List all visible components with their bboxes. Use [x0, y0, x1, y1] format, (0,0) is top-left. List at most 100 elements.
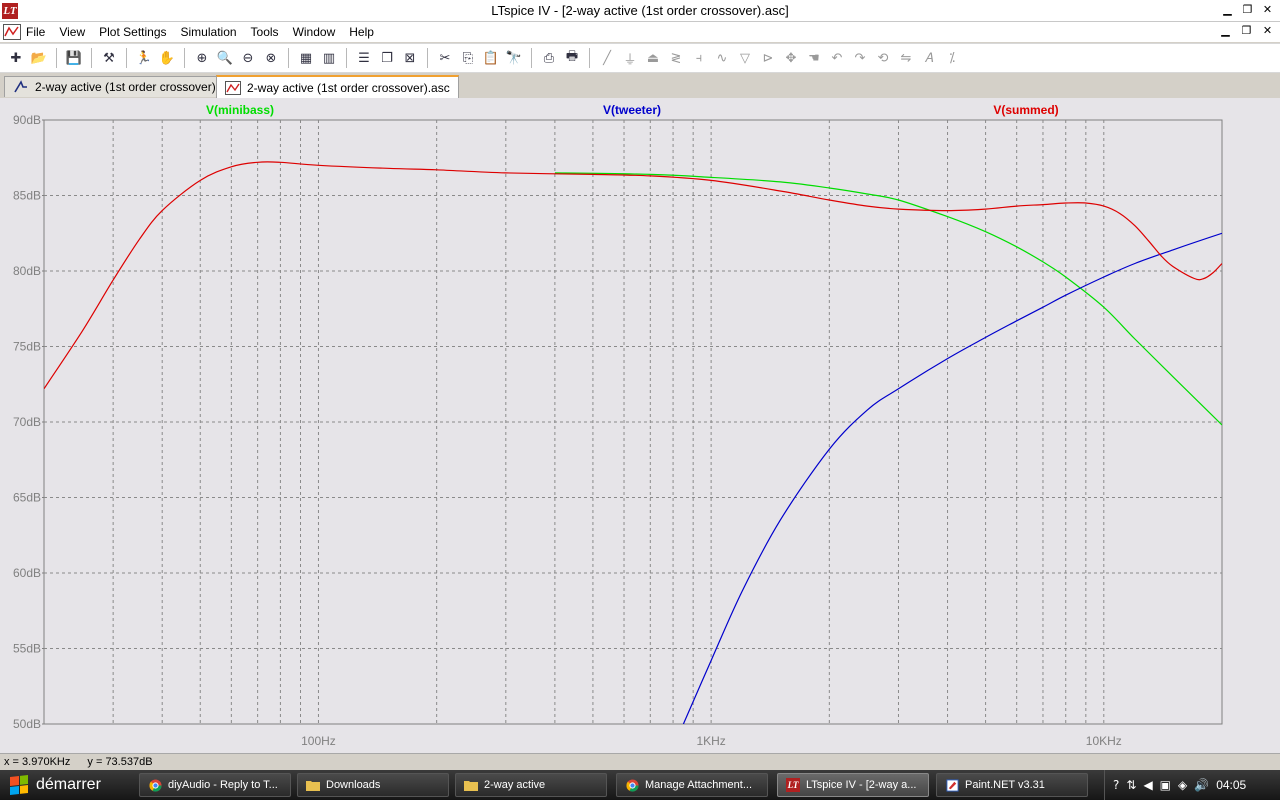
cursor-y-readout: y = 73.537dB	[87, 756, 153, 768]
ltspice-icon: LT	[786, 778, 800, 792]
waveform-plot-pane[interactable]: V(minibass) V(tweeter) V(summed) 90dB 85dB 8…	[0, 98, 1280, 753]
save-icon[interactable]: 💾	[64, 48, 84, 68]
redo-icon[interactable]: ↷	[850, 48, 870, 68]
dropbox-icon[interactable]: ◈	[1178, 778, 1187, 792]
y-tick-label: 90dB	[13, 113, 41, 127]
toolbar-separator	[126, 48, 127, 68]
schematic-icon	[14, 80, 27, 93]
task-label: Manage Attachment...	[645, 779, 753, 791]
y-tick-label: 85dB	[13, 189, 41, 203]
task-label: Paint.NET v3.31	[965, 779, 1045, 791]
waveform-icon	[225, 80, 241, 95]
minimize-button[interactable]: ▁	[1219, 3, 1236, 18]
legend-entry[interactable]: V(tweeter)	[603, 103, 661, 117]
capacitor-icon[interactable]: ⫞	[689, 48, 709, 68]
menu-plot-settings[interactable]: Plot Settings	[99, 25, 166, 39]
doc-close-button[interactable]: ✕	[1259, 24, 1276, 39]
drag-icon[interactable]: ☚	[804, 48, 824, 68]
task-diyaudio[interactable]: diyAudio - Reply to T...	[139, 773, 291, 797]
task-label: diyAudio - Reply to T...	[168, 779, 278, 791]
autorange-icon[interactable]: ▦	[296, 48, 316, 68]
text-icon[interactable]: 𝐴	[919, 48, 939, 68]
label-net-icon[interactable]: ⏏	[643, 48, 663, 68]
maximize-button[interactable]: ❐	[1239, 3, 1256, 18]
spice-directive-icon[interactable]: ⁒	[942, 48, 962, 68]
menu-simulation[interactable]: Simulation	[181, 25, 237, 39]
y-tick-label: 65dB	[13, 491, 41, 505]
task-manage-attachments[interactable]: Manage Attachment...	[616, 773, 768, 797]
network-icon[interactable]: ⇅	[1126, 778, 1136, 792]
print-setup-icon[interactable]: ⎙	[539, 48, 559, 68]
close-window-icon[interactable]: ⊠	[400, 48, 420, 68]
zoom-pan-icon[interactable]: 🔍	[215, 48, 235, 68]
ground-icon[interactable]: ⏚	[620, 48, 640, 68]
resistor-icon[interactable]: ≷	[666, 48, 686, 68]
rotate-icon[interactable]: ⟲	[873, 48, 893, 68]
halt-icon[interactable]: ✋	[157, 48, 177, 68]
task-ltspice[interactable]: LT LTspice IV - [2-way a...	[777, 773, 929, 797]
copy-icon[interactable]: ⎘	[458, 48, 478, 68]
print-icon[interactable]: 🖶	[562, 48, 582, 68]
system-tray: ? ⇅ ◀ ▣ ◈ 🔊 04:05	[1104, 770, 1280, 800]
y-tick-label: 75dB	[13, 340, 41, 354]
cascade-icon[interactable]: ❐	[377, 48, 397, 68]
cut-icon[interactable]: ✂	[435, 48, 455, 68]
paste-icon[interactable]: 📋	[481, 48, 501, 68]
waveform-chart[interactable]: V(minibass) V(tweeter) V(summed) 90dB 85dB 8…	[0, 98, 1280, 753]
tab-schematic[interactable]: 2-way active (1st order crossover).asc	[4, 76, 247, 97]
doc-minimize-button[interactable]: ▁	[1217, 24, 1234, 39]
waveform-doc-icon[interactable]	[3, 24, 21, 40]
tab-waveform[interactable]: 2-way active (1st order crossover).asc	[216, 75, 459, 98]
close-button[interactable]: ✕	[1259, 3, 1276, 18]
task-downloads[interactable]: Downloads	[297, 773, 449, 797]
toolbar-separator	[91, 48, 92, 68]
add-trace-icon[interactable]: ▥	[319, 48, 339, 68]
tab-label: 2-way active (1st order crossover).asc	[247, 80, 450, 95]
task-label: 2-way active	[484, 779, 546, 791]
toolbar-separator	[184, 48, 185, 68]
menu-window[interactable]: Window	[293, 25, 336, 39]
menu-help[interactable]: Help	[349, 25, 374, 39]
help-icon[interactable]: ?	[1113, 778, 1119, 792]
menu-bar: File View Plot Settings Simulation Tools…	[0, 22, 1280, 42]
toolbar-separator	[589, 48, 590, 68]
chrome-icon	[625, 778, 639, 792]
window-title: LTspice IV - [2-way active (1st order cr…	[491, 3, 789, 18]
tile-horizontal-icon[interactable]: ☰	[354, 48, 374, 68]
control-panel-icon[interactable]: ⚒	[99, 48, 119, 68]
mirror-icon[interactable]: ⇋	[896, 48, 916, 68]
zoom-in-icon[interactable]: ⊕	[192, 48, 212, 68]
legend-entry[interactable]: V(minibass)	[206, 103, 274, 117]
undo-icon[interactable]: ↶	[827, 48, 847, 68]
status-bar: x = 3.970KHz y = 73.537dB	[0, 753, 1280, 770]
toolbar: ✚ 📂 💾 ⚒ 🏃 ✋ ⊕ 🔍 ⊖ ⊗ ▦ ▥ ☰ ❐ ⊠ ✂ ⎘ 📋 🔭 ⎙ …	[0, 43, 1280, 73]
wire-icon[interactable]: ╱	[597, 48, 617, 68]
task-2-way-active[interactable]: 2-way active	[455, 773, 607, 797]
y-tick-label: 55dB	[13, 642, 41, 656]
legend-entry[interactable]: V(summed)	[993, 103, 1058, 117]
chevron-left-icon[interactable]: ◀	[1143, 778, 1152, 792]
start-button[interactable]: démarrer	[0, 770, 130, 800]
menu-file[interactable]: File	[26, 25, 45, 39]
new-schematic-icon[interactable]: ✚	[6, 48, 26, 68]
diode-icon[interactable]: ▽	[735, 48, 755, 68]
move-icon[interactable]: ✥	[781, 48, 801, 68]
task-paintnet[interactable]: Paint.NET v3.31	[936, 773, 1088, 797]
menu-view[interactable]: View	[59, 25, 85, 39]
toolbar-separator	[531, 48, 532, 68]
zoom-out-icon[interactable]: ⊖	[238, 48, 258, 68]
run-icon[interactable]: 🏃	[134, 48, 154, 68]
zoom-fit-icon[interactable]: ⊗	[261, 48, 281, 68]
doc-restore-button[interactable]: ❐	[1238, 24, 1255, 39]
toolbar-separator	[346, 48, 347, 68]
component-icon[interactable]: ⊳	[758, 48, 778, 68]
tab-label: 2-way active (1st order crossover).asc	[35, 80, 238, 94]
inductor-icon[interactable]: ∿	[712, 48, 732, 68]
find-icon[interactable]: 🔭	[504, 48, 524, 68]
open-icon[interactable]: 📂	[29, 48, 49, 68]
menu-tools[interactable]: Tools	[251, 25, 279, 39]
display-icon[interactable]: ▣	[1160, 778, 1171, 792]
volume-icon[interactable]: 🔊	[1194, 778, 1209, 792]
start-label: démarrer	[36, 776, 101, 793]
task-label: LTspice IV - [2-way a...	[806, 779, 917, 791]
